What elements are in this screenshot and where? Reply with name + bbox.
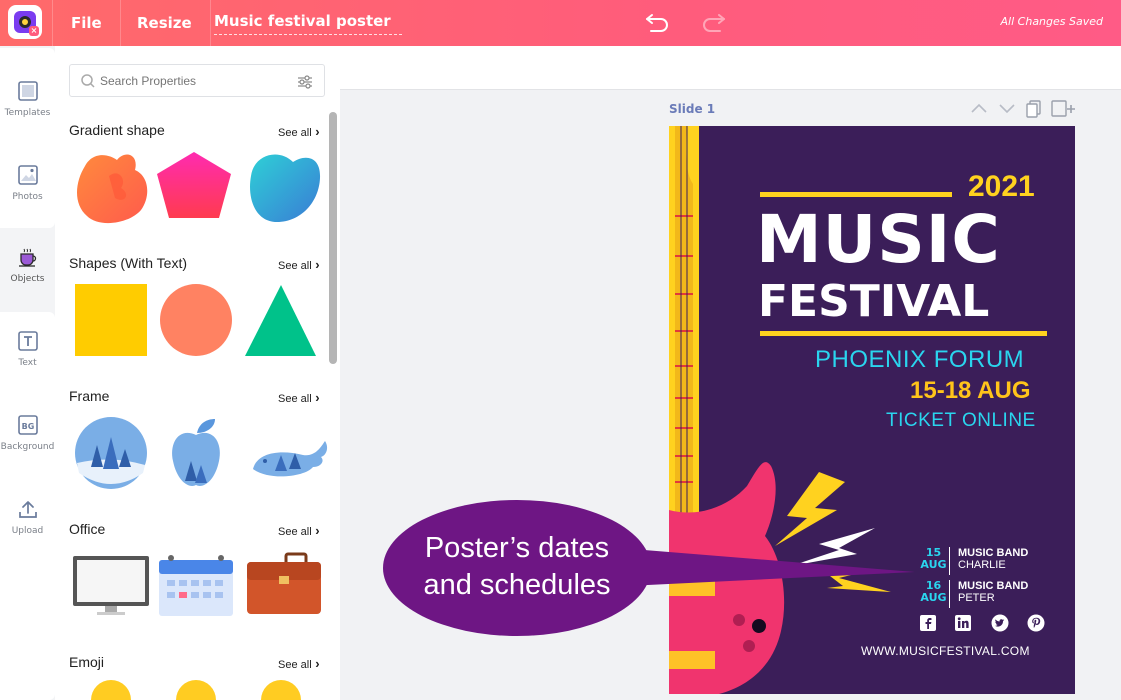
poster-top-rule bbox=[760, 192, 952, 197]
rail-item-objects[interactable]: Objects bbox=[0, 232, 55, 312]
gradient-blob-blue[interactable] bbox=[250, 154, 321, 222]
rail-item-upload[interactable]: Upload bbox=[0, 484, 55, 564]
callout-line-1: Poster’s dates bbox=[424, 532, 610, 564]
objects-icon bbox=[18, 248, 36, 267]
move-up-icon[interactable] bbox=[971, 103, 987, 113]
schedule-band: MUSIC BAND CHARLIE bbox=[958, 547, 1029, 571]
emoji-icon[interactable] bbox=[91, 680, 131, 700]
square-shape[interactable] bbox=[75, 284, 147, 356]
whale-frame[interactable] bbox=[253, 441, 328, 477]
section-title-emoji: Emoji bbox=[69, 654, 105, 670]
callout-line-2: and schedules bbox=[423, 569, 611, 601]
rail-label: Background bbox=[0, 442, 55, 452]
document-title-field[interactable]: Music festival poster bbox=[214, 12, 402, 35]
text-shapes-row bbox=[75, 284, 316, 356]
canvas-toolbar bbox=[340, 46, 1121, 90]
schedule-date: 15 AUG bbox=[918, 547, 950, 575]
gradient-blob-orange[interactable] bbox=[77, 154, 148, 224]
circle-shape[interactable] bbox=[160, 284, 232, 356]
poster-dates[interactable]: 15-18 AUG bbox=[910, 377, 1031, 405]
rail-item-text[interactable]: Text bbox=[0, 316, 55, 396]
rail-item-background[interactable]: BG Background bbox=[0, 400, 55, 480]
gradient-shapes-row bbox=[77, 152, 321, 224]
rail-label: Photos bbox=[12, 192, 43, 202]
emoji-icon[interactable] bbox=[261, 680, 301, 700]
filter-icon[interactable] bbox=[296, 73, 314, 91]
schedule-band: MUSIC BAND PETER bbox=[958, 580, 1029, 604]
poster-website[interactable]: WWW.MUSICFESTIVAL.COM bbox=[861, 644, 1030, 658]
see-all-emoji[interactable]: See all bbox=[278, 656, 320, 671]
svg-text:BG: BG bbox=[21, 422, 34, 431]
see-all-office[interactable]: See all bbox=[278, 523, 320, 538]
photos-icon bbox=[17, 165, 38, 185]
calendar-icon[interactable] bbox=[159, 555, 233, 616]
rail-label: Upload bbox=[11, 526, 44, 536]
circle-frame-winter[interactable] bbox=[75, 417, 147, 489]
gradient-pentagon-pink[interactable] bbox=[157, 152, 231, 218]
move-down-icon[interactable] bbox=[999, 104, 1015, 114]
section-title-frame: Frame bbox=[69, 388, 110, 404]
section-title-office: Office bbox=[69, 521, 106, 537]
rail-label: Templates bbox=[4, 108, 51, 118]
left-rail: Templates Photos Objects Text BG Backgro… bbox=[0, 46, 55, 700]
rail-label: Objects bbox=[10, 274, 45, 284]
top-bar: × File Resize Music festival poster All … bbox=[0, 0, 1121, 46]
emoji-row bbox=[91, 680, 301, 700]
redo-icon[interactable] bbox=[700, 9, 728, 35]
poster-mid-rule bbox=[760, 331, 1047, 336]
resize-button[interactable]: Resize bbox=[119, 0, 211, 46]
rail-item-photos[interactable]: Photos bbox=[0, 150, 55, 230]
upload-icon bbox=[18, 501, 37, 518]
rail-item-templates[interactable]: Templates bbox=[0, 66, 55, 146]
background-icon: BG bbox=[17, 415, 38, 435]
monitor-icon[interactable] bbox=[73, 556, 149, 615]
search-icon bbox=[81, 74, 95, 88]
schedule-date: 16 AUG bbox=[918, 580, 950, 608]
poster-venue[interactable]: PHOENIX FORUM bbox=[815, 346, 1024, 374]
templates-icon bbox=[17, 81, 38, 101]
section-title-shapes-with-text: Shapes (With Text) bbox=[69, 255, 188, 271]
see-all-gradient-shape[interactable]: See all bbox=[278, 124, 320, 139]
annotation-callout: Poster’s dates and schedules bbox=[383, 500, 651, 636]
save-status: All Changes Saved bbox=[1000, 15, 1103, 28]
poster-year[interactable]: 2021 bbox=[968, 170, 1035, 204]
search-box[interactable] bbox=[69, 64, 325, 97]
social-icons bbox=[919, 614, 1049, 634]
text-icon bbox=[17, 331, 38, 351]
rail-label: Text bbox=[18, 358, 37, 368]
emoji-icon[interactable] bbox=[176, 680, 216, 700]
pinterest-icon[interactable] bbox=[1027, 614, 1045, 632]
see-all-frame[interactable]: See all bbox=[278, 390, 320, 405]
slide-label: Slide 1 bbox=[669, 102, 716, 116]
duplicate-slide-icon[interactable] bbox=[1026, 100, 1041, 118]
properties-panel: Gradient shape See all Shapes (With Text… bbox=[55, 46, 340, 700]
poster-title-music[interactable]: MUSIC bbox=[756, 204, 1001, 276]
triangle-shape[interactable] bbox=[245, 285, 316, 356]
see-all-shapes-with-text[interactable]: See all bbox=[278, 257, 320, 272]
briefcase-icon[interactable] bbox=[247, 552, 321, 614]
poster-title-festival[interactable]: FESTIVAL bbox=[758, 276, 989, 328]
linkedin-icon[interactable] bbox=[954, 614, 972, 632]
section-title-gradient-shape: Gradient shape bbox=[69, 122, 165, 138]
poster-ticket-info[interactable]: TICKET ONLINE bbox=[886, 410, 1036, 432]
office-row bbox=[73, 552, 321, 616]
apple-frame[interactable] bbox=[172, 419, 220, 486]
schedule-item[interactable]: 15 AUG MUSIC BAND CHARLIE bbox=[918, 547, 1058, 579]
panel-scrollbar[interactable] bbox=[329, 112, 337, 364]
file-menu-button[interactable]: File bbox=[52, 0, 121, 46]
undo-icon[interactable] bbox=[643, 9, 671, 35]
search-input[interactable] bbox=[100, 72, 280, 90]
schedule-item[interactable]: 16 AUG MUSIC BAND PETER bbox=[918, 580, 1058, 612]
twitter-icon[interactable] bbox=[991, 614, 1009, 632]
app-logo-icon[interactable]: × bbox=[8, 5, 42, 39]
frames-row bbox=[75, 417, 328, 489]
slide-tools bbox=[971, 100, 1075, 118]
facebook-icon[interactable] bbox=[919, 614, 937, 632]
add-slide-icon[interactable] bbox=[1051, 100, 1075, 117]
